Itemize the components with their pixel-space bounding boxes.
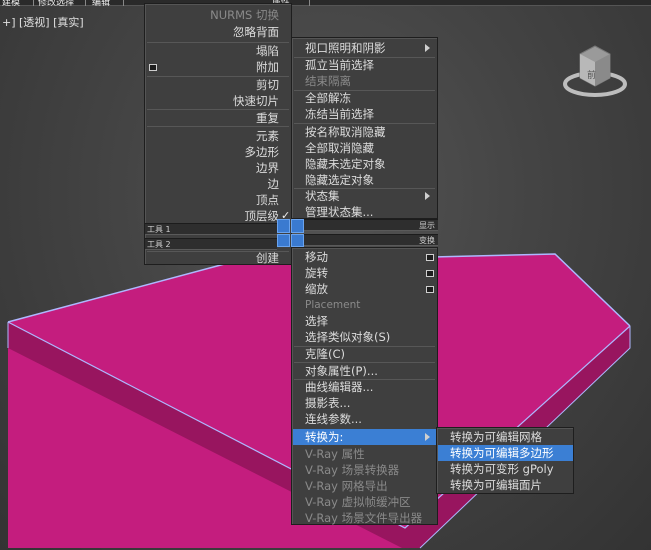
menu-item-dope-sheet[interactable]: 摄影表... bbox=[305, 395, 350, 411]
menu-item-state-sets[interactable]: 状态集 bbox=[305, 188, 340, 204]
quad-header-tools-2-label: 工具 2 bbox=[147, 240, 171, 249]
quad-menu-tools: NURMS 切换 忽略背面 塌陷 附加 剪切 快速切片 重复 元素 多边形 边界… bbox=[144, 3, 292, 265]
submenu-convert-to: 转换为可编辑网格 转换为可编辑多边形 转换为可变形 gPoly 转换为可编辑面片 bbox=[436, 427, 574, 494]
menu-item-freeze-selection[interactable]: 冻结当前选择 bbox=[305, 106, 374, 122]
menu-item-move[interactable]: 移动 bbox=[305, 249, 328, 265]
menu-item-element[interactable]: 元素 bbox=[145, 128, 279, 144]
ribbon-tabs: 建模 修改选择 编辑 属性 bbox=[0, 0, 651, 6]
menu-item-wire-parameters[interactable]: 连线参数... bbox=[305, 411, 362, 427]
quad-header-tools-2: 工具 2 bbox=[145, 238, 277, 250]
menu-item-unfreeze-all[interactable]: 全部解冻 bbox=[305, 90, 351, 106]
quad-header-tools-1-label: 工具 1 bbox=[147, 225, 171, 234]
menu-item-convert-editable-poly[interactable]: 转换为可编辑多边形 bbox=[450, 445, 554, 461]
menu-item-viewport-lighting[interactable]: 视口照明和阴影 bbox=[305, 40, 386, 56]
quad-menu-display: 视口照明和阴影 孤立当前选择 结束隔离 全部解冻 冻结当前选择 按名称取消隐藏 … bbox=[291, 37, 438, 219]
submenu-arrow-icon bbox=[425, 192, 430, 200]
menu-item-convert-editable-mesh[interactable]: 转换为可编辑网格 bbox=[450, 429, 542, 445]
menu-item-end-isolate[interactable]: 结束隔离 bbox=[305, 73, 351, 89]
menu-item-edge[interactable]: 边 bbox=[145, 176, 280, 192]
viewcube[interactable]: 前 bbox=[560, 36, 630, 106]
menu-item-vray-frame-buffer[interactable]: V-Ray 虚拟帧缓冲区 bbox=[305, 494, 411, 510]
menu-item-unhide-by-name[interactable]: 按名称取消隐藏 bbox=[305, 124, 386, 140]
menu-item-convert-editable-patch[interactable]: 转换为可编辑面片 bbox=[450, 477, 542, 493]
tab-edit[interactable]: 编辑 bbox=[90, 0, 124, 6]
menu-item-hide-selection[interactable]: 隐藏选定对象 bbox=[305, 172, 374, 188]
submenu-arrow-icon bbox=[425, 433, 430, 441]
quad-header-display: 显示 bbox=[304, 219, 438, 231]
menu-item-vray-scene-exporter[interactable]: V-Ray 场景文件导出器 bbox=[305, 510, 422, 526]
quad-center-tr[interactable] bbox=[291, 219, 304, 233]
tab-modeling[interactable]: 建模 bbox=[0, 0, 34, 6]
menu-item-vray-mesh-export[interactable]: V-Ray 网格导出 bbox=[305, 478, 388, 494]
menu-item-vray-scene-converter[interactable]: V-Ray 场景转换器 bbox=[305, 462, 399, 478]
menu-item-hide-unselected[interactable]: 隐藏未选定对象 bbox=[305, 156, 386, 172]
menu-item-polygon[interactable]: 多边形 bbox=[145, 144, 280, 160]
menu-item-border[interactable]: 边界 bbox=[145, 160, 279, 176]
quad-center-tl[interactable] bbox=[277, 219, 290, 233]
menu-item-top-level[interactable]: 顶层级 bbox=[145, 208, 280, 224]
settings-box-icon[interactable] bbox=[426, 254, 434, 261]
viewport-label[interactable]: +] [透视] [真实] bbox=[2, 14, 84, 30]
viewcube-face-label: 前 bbox=[587, 69, 596, 81]
menu-item-curve-editor[interactable]: 曲线编辑器... bbox=[305, 379, 373, 395]
tab-modify-selection[interactable]: 修改选择 bbox=[36, 0, 86, 6]
quad-header-display-label: 显示 bbox=[419, 221, 435, 230]
menu-item-vray-properties[interactable]: V-Ray 属性 bbox=[305, 446, 365, 462]
quad-center-bl[interactable] bbox=[277, 234, 290, 247]
menu-item-unhide-all[interactable]: 全部取消隐藏 bbox=[305, 140, 374, 156]
menu-item-object-properties[interactable]: 对象属性(P)... bbox=[305, 363, 378, 379]
quad-header-transform-label: 变换 bbox=[419, 236, 435, 245]
quad-header-tools-1: 工具 1 bbox=[145, 223, 277, 235]
submenu-arrow-icon bbox=[425, 44, 430, 52]
menu-item-quickslice[interactable]: 快速切片 bbox=[145, 93, 279, 109]
menu-item-ignore-backfacing[interactable]: 忽略背面 bbox=[145, 24, 279, 40]
menu-item-create[interactable]: 创建 bbox=[145, 250, 279, 266]
menu-item-attach[interactable]: 附加 bbox=[145, 59, 279, 75]
menu-item-placement[interactable]: Placement bbox=[305, 297, 360, 313]
menu-item-clone[interactable]: 克隆(C) bbox=[305, 346, 345, 362]
menu-item-scale[interactable]: 缩放 bbox=[305, 281, 328, 297]
quad-header-transform: 变换 bbox=[304, 234, 438, 246]
menu-item-repeat[interactable]: 重复 bbox=[145, 110, 279, 126]
menu-item-rotate[interactable]: 旋转 bbox=[305, 265, 328, 281]
quad-menu-transform: 移动 旋转 缩放 Placement 选择 选择类似对象(S) 克隆(C) 对象… bbox=[291, 247, 438, 525]
menu-item-isolate-selection[interactable]: 孤立当前选择 bbox=[305, 57, 374, 73]
settings-box-icon[interactable] bbox=[426, 286, 434, 293]
menu-item-collapse[interactable]: 塌陷 bbox=[145, 43, 279, 59]
menu-item-convert-to[interactable]: 转换为: bbox=[305, 429, 343, 445]
menu-item-cut[interactable]: 剪切 bbox=[145, 77, 279, 93]
menu-item-select-similar[interactable]: 选择类似对象(S) bbox=[305, 329, 390, 345]
quad-center-br[interactable] bbox=[291, 234, 304, 247]
menu-item-vertex[interactable]: 顶点 bbox=[145, 192, 279, 208]
settings-box-icon[interactable] bbox=[426, 270, 434, 277]
menu-item-select[interactable]: 选择 bbox=[305, 313, 328, 329]
menu-item-manage-state-sets[interactable]: 管理状态集... bbox=[305, 204, 373, 220]
menu-item-convert-deformable-gpoly[interactable]: 转换为可变形 gPoly bbox=[450, 461, 554, 477]
menu-item-nurms-toggle[interactable]: NURMS 切换 bbox=[145, 7, 279, 23]
